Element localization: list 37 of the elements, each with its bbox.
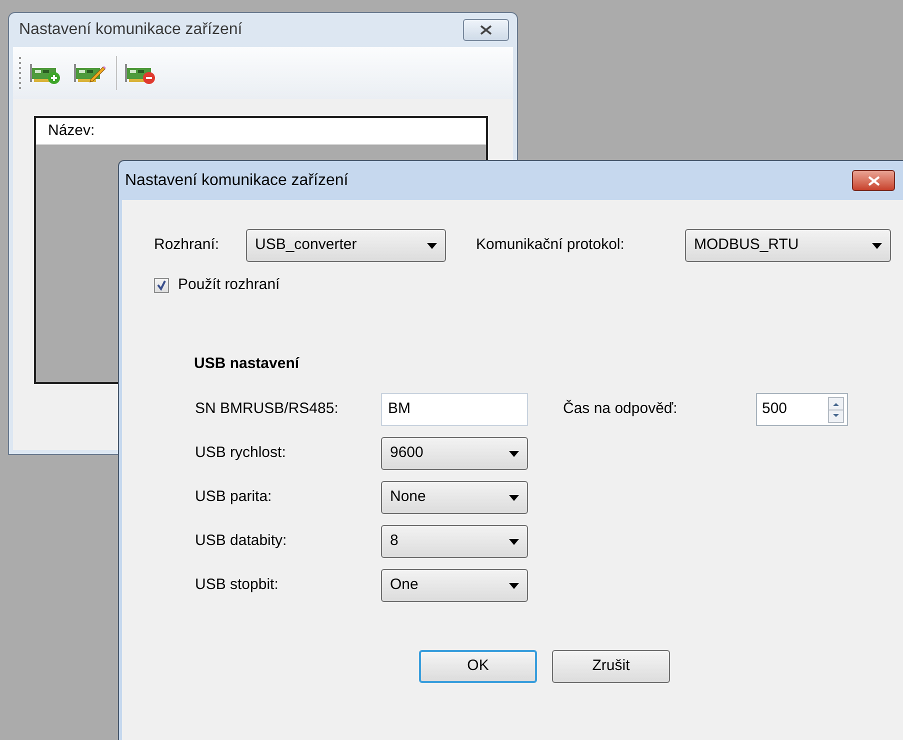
checkbox[interactable] xyxy=(154,278,169,293)
dropdown[interactable]: None xyxy=(381,481,528,514)
spinner-arrows-icon xyxy=(828,396,844,422)
field-label: Rozhraní: xyxy=(154,235,220,256)
caret-icon xyxy=(509,450,519,456)
close-icon xyxy=(480,25,492,35)
field-label: Čas na odpověď: xyxy=(563,398,678,420)
field-label: USB stopbit: xyxy=(195,575,280,596)
grip-icon xyxy=(19,55,22,91)
dialog-button[interactable]: Zrušit xyxy=(552,650,670,683)
dialog-button[interactable]: OK xyxy=(419,650,537,683)
window-title: Nastavení komunikace zařízení xyxy=(19,20,242,40)
caret-icon xyxy=(509,582,519,588)
check-icon xyxy=(156,280,167,291)
caret-icon xyxy=(509,494,519,500)
field-label: USB rychlost: xyxy=(195,443,287,464)
field-label: SN BMRUSB/RS485: xyxy=(195,399,340,420)
text-field[interactable]: BM xyxy=(381,393,528,426)
dropdown[interactable]: MODBUS_RTU xyxy=(685,229,891,262)
caret-icon xyxy=(872,242,882,248)
section-title: USB nastavení xyxy=(194,354,300,374)
close-button[interactable] xyxy=(463,19,509,41)
dropdown[interactable]: 8 xyxy=(381,525,528,558)
caret-icon xyxy=(509,538,519,544)
close-icon xyxy=(868,176,880,186)
dialog-title: Nastavení komunikace zařízení xyxy=(125,170,348,190)
spin-box[interactable]: 500 xyxy=(756,393,848,426)
dropdown[interactable]: USB_converter xyxy=(246,229,446,262)
field-label: USB parita: xyxy=(195,487,273,508)
field-label: USB databity: xyxy=(195,531,288,552)
checkbox-label: Použít rozhraní xyxy=(178,275,280,295)
close-button[interactable] xyxy=(852,170,895,191)
dropdown[interactable]: One xyxy=(381,569,528,602)
field-label: Komunikační protokol: xyxy=(476,235,626,256)
caret-icon xyxy=(427,242,437,248)
dropdown[interactable]: 9600 xyxy=(381,437,528,470)
column-header[interactable]: Název: xyxy=(36,118,486,145)
